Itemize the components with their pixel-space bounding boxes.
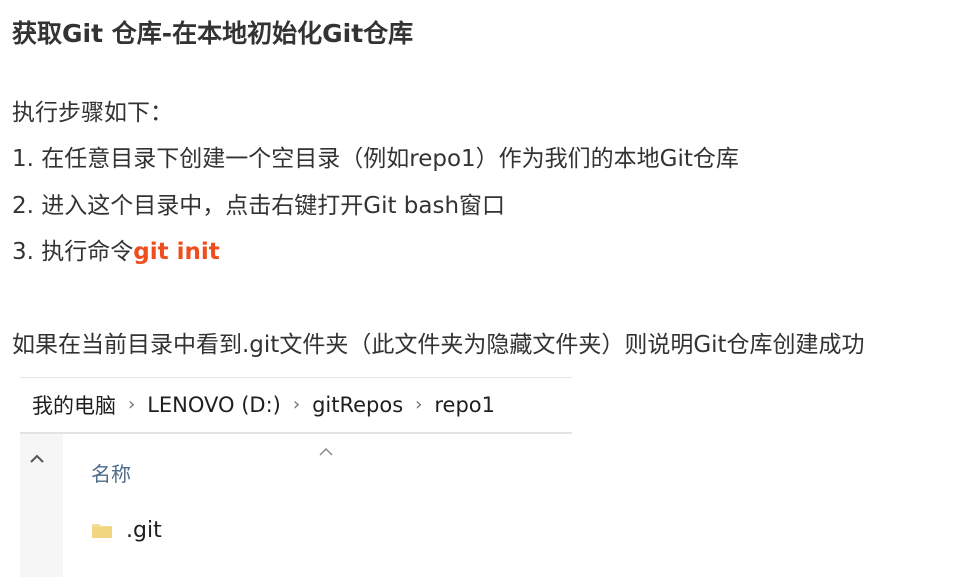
step-2: 2. 进入这个目录中，点击右键打开Git bash窗口 — [12, 193, 506, 219]
sort-ascending-icon[interactable] — [317, 443, 335, 462]
chevron-right-icon[interactable]: › — [287, 394, 306, 415]
column-header-name[interactable]: 名称 — [91, 458, 131, 487]
step-1: 1. 在任意目录下创建一个空目录（例如repo1）作为我们的本地Git仓库 — [12, 146, 739, 172]
result-note: 如果在当前目录中看到.git文件夹（此文件夹为隐藏文件夹）则说明Git仓库创建成… — [12, 332, 865, 358]
breadcrumb-item-drive[interactable]: LENOVO (D:) — [141, 393, 287, 417]
step-3-label: 3. 执行命令 — [12, 239, 134, 265]
chevron-right-icon[interactable]: › — [122, 394, 141, 415]
chevron-up-icon[interactable] — [28, 451, 48, 471]
breadcrumb-item-gitrepos[interactable]: gitRepos — [306, 393, 409, 417]
file-name: .git — [126, 517, 162, 543]
breadcrumb: 我的电脑 › LENOVO (D:) › gitRepos › repo1 — [20, 377, 572, 434]
page-title: 获取Git 仓库-在本地初始化Git仓库 — [12, 19, 414, 48]
file-explorer: 我的电脑 › LENOVO (D:) › gitRepos › repo1 名称… — [20, 377, 572, 577]
breadcrumb-item-repo1[interactable]: repo1 — [428, 393, 501, 417]
command-text: git init — [133, 239, 220, 265]
file-row[interactable]: .git — [90, 510, 162, 550]
intro-text: 执行步骤如下： — [12, 100, 173, 126]
folder-icon — [90, 518, 114, 542]
breadcrumb-item-computer[interactable]: 我的电脑 — [20, 390, 122, 420]
chevron-right-icon[interactable]: › — [409, 394, 428, 415]
step-3: 3. 执行命令git init — [12, 232, 220, 266]
